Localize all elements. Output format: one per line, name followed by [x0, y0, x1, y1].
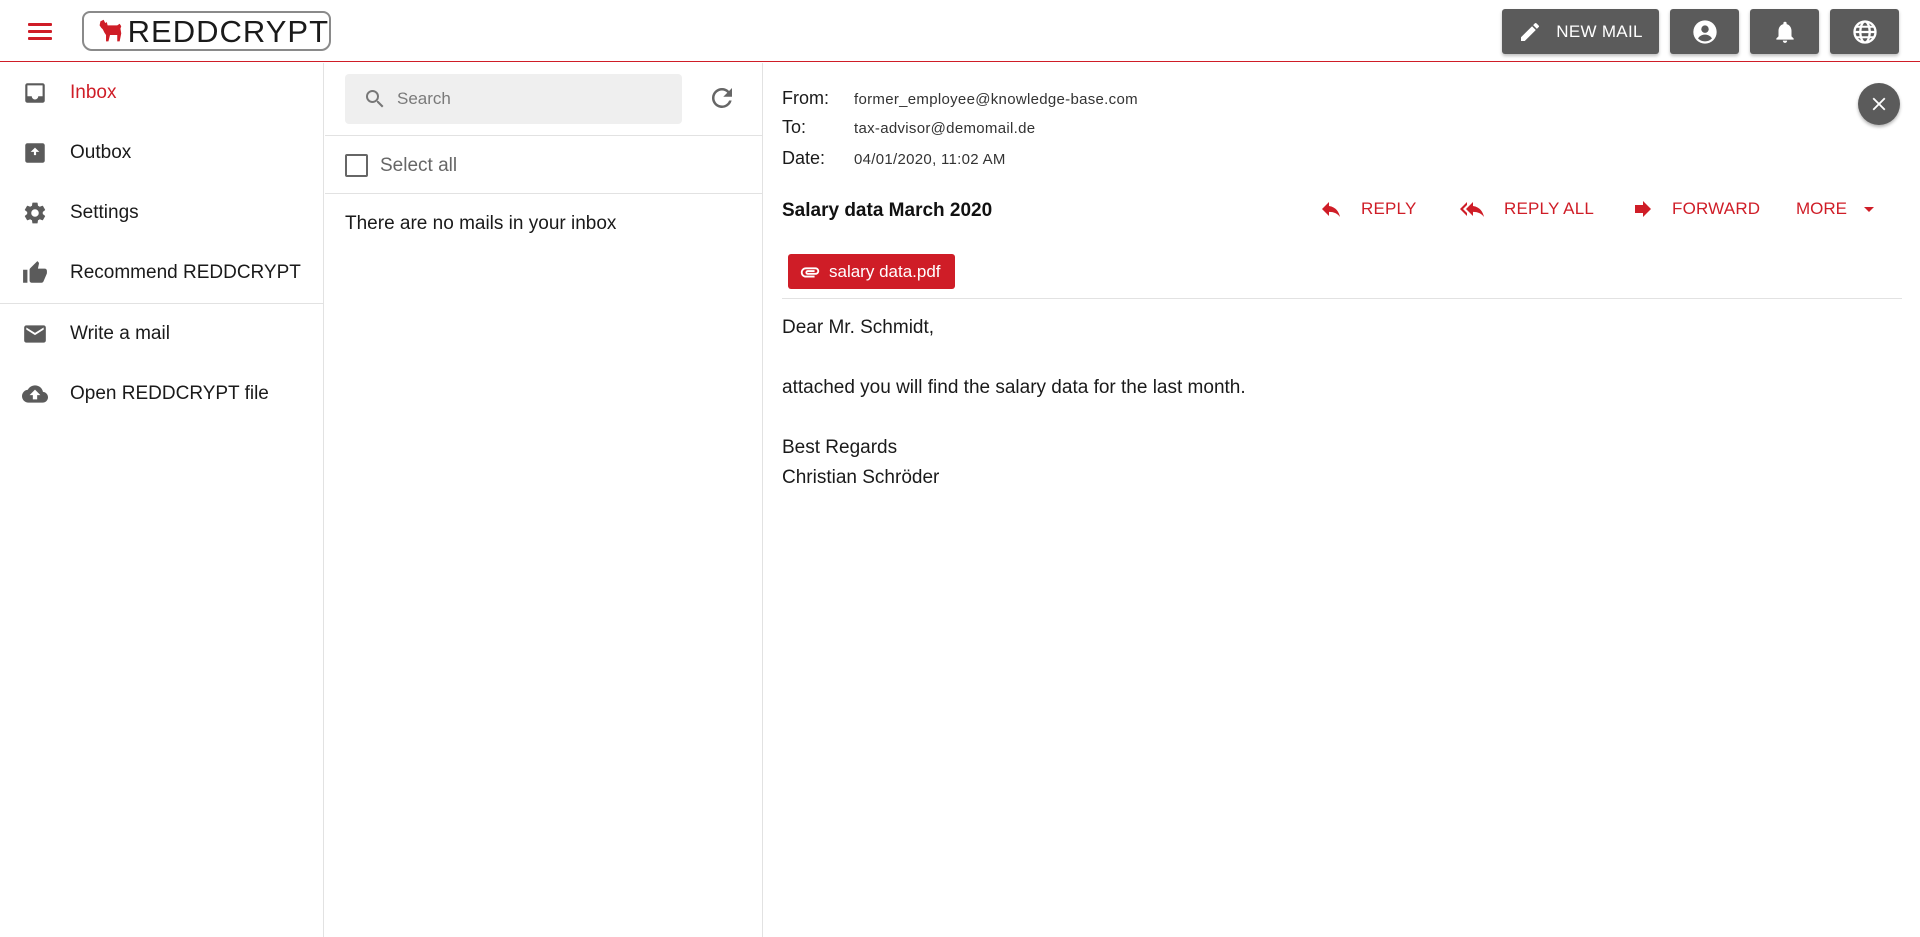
cloud-upload-icon	[21, 385, 48, 403]
message-subject: Salary data March 2020	[782, 200, 993, 221]
sidebar-item-write-mail[interactable]: Write a mail	[0, 304, 323, 364]
more-label: MORE	[1796, 199, 1847, 218]
sidebar-item-recommend[interactable]: Recommend REDDCRYPT	[0, 243, 323, 303]
sidebar-item-label: Inbox	[70, 82, 117, 103]
select-all-checkbox[interactable]	[345, 154, 368, 177]
forward-label: FORWARD	[1672, 199, 1761, 218]
account-circle-icon	[1692, 19, 1717, 44]
reply-all-label: REPLY ALL	[1504, 199, 1595, 218]
pencil-icon	[1521, 22, 1540, 41]
message-divider	[782, 298, 1902, 299]
app-header: REDDCRYPT NEW MAIL	[0, 0, 1920, 62]
dog-logo-icon	[99, 19, 122, 42]
gear-icon	[24, 202, 46, 224]
outbox-icon	[25, 143, 45, 163]
list-divider	[325, 193, 763, 194]
to-label: To:	[782, 117, 807, 137]
chevron-down-icon	[1864, 207, 1874, 212]
search-icon	[366, 90, 384, 108]
mail-list-panel: Select all There are no mails in your in…	[325, 63, 763, 937]
forward-icon	[1635, 201, 1651, 217]
forward-button[interactable]: FORWARD	[1630, 193, 1760, 225]
sidebar-item-label: Write a mail	[70, 323, 170, 344]
hamburger-menu-icon[interactable]	[24, 18, 56, 44]
empty-inbox-message: There are no mails in your inbox	[345, 213, 617, 234]
attachment-name: salary data.pdf	[829, 261, 941, 281]
body-line: attached you will find the salary data f…	[782, 377, 1246, 398]
search-box[interactable]	[345, 74, 682, 124]
reddcrypt-logo[interactable]: REDDCRYPT	[82, 11, 331, 51]
search-input[interactable]	[397, 89, 667, 109]
sidebar-item-label: Recommend REDDCRYPT	[70, 262, 301, 283]
notifications-button[interactable]	[1750, 9, 1819, 54]
from-address[interactable]: former_employee@knowledge-base.com	[854, 91, 1138, 108]
body-greeting: Dear Mr. Schmidt,	[782, 317, 935, 338]
date-value: 04/01/2020, 11:02 AM	[854, 151, 1006, 168]
sidebar-item-label: Outbox	[70, 142, 132, 163]
sidebar: Inbox Outbox Settings Recommend REDDCRYP…	[0, 63, 324, 937]
globe-icon	[1852, 19, 1877, 44]
account-button[interactable]	[1670, 9, 1739, 54]
sidebar-item-inbox[interactable]: Inbox	[0, 63, 323, 123]
paperclip-icon	[800, 266, 820, 277]
sidebar-item-outbox[interactable]: Outbox	[0, 123, 323, 183]
refresh-icon[interactable]	[707, 83, 737, 113]
from-row: From: former_employee@knowledge-base.com	[782, 88, 1138, 109]
sidebar-item-settings[interactable]: Settings	[0, 183, 323, 243]
sidebar-item-open-file[interactable]: Open REDDCRYPT file	[0, 364, 323, 424]
date-label: Date:	[782, 148, 826, 168]
select-all[interactable]: Select all	[345, 154, 457, 177]
close-icon	[1872, 97, 1886, 111]
reply-icon	[1322, 202, 1340, 217]
from-label: From:	[782, 88, 829, 108]
reply-all-button[interactable]: REPLY ALL	[1456, 193, 1594, 225]
list-divider	[325, 135, 763, 136]
body-closing: Best Regards	[782, 437, 898, 458]
select-all-label: Select all	[380, 154, 458, 176]
envelope-icon	[24, 325, 46, 343]
message-view: From: former_employee@knowledge-base.com…	[764, 63, 1920, 937]
to-row: To: tax-advisor@demomail.de	[782, 117, 1035, 138]
more-button[interactable]: MORE	[1796, 193, 1881, 225]
bell-icon	[1775, 21, 1794, 43]
to-address[interactable]: tax-advisor@demomail.de	[854, 120, 1035, 137]
reply-label: REPLY	[1361, 199, 1417, 218]
inbox-icon	[25, 83, 45, 103]
reply-button[interactable]: REPLY	[1317, 193, 1417, 225]
logo-text: REDDCRYPT	[127, 13, 329, 49]
new-mail-label: NEW MAIL	[1556, 21, 1643, 41]
reply-all-icon	[1460, 202, 1484, 217]
sidebar-item-label: Open REDDCRYPT file	[70, 383, 269, 404]
date-row: Date: 04/01/2020, 11:02 AM	[782, 148, 1006, 169]
sidebar-item-label: Settings	[70, 202, 139, 223]
new-mail-button[interactable]: NEW MAIL	[1502, 9, 1659, 54]
language-button[interactable]	[1830, 9, 1899, 54]
thumbs-up-icon	[23, 261, 47, 283]
attachment-chip[interactable]: salary data.pdf	[788, 254, 955, 289]
body-signature: Christian Schröder	[782, 467, 940, 488]
close-message-button[interactable]	[1858, 83, 1900, 125]
